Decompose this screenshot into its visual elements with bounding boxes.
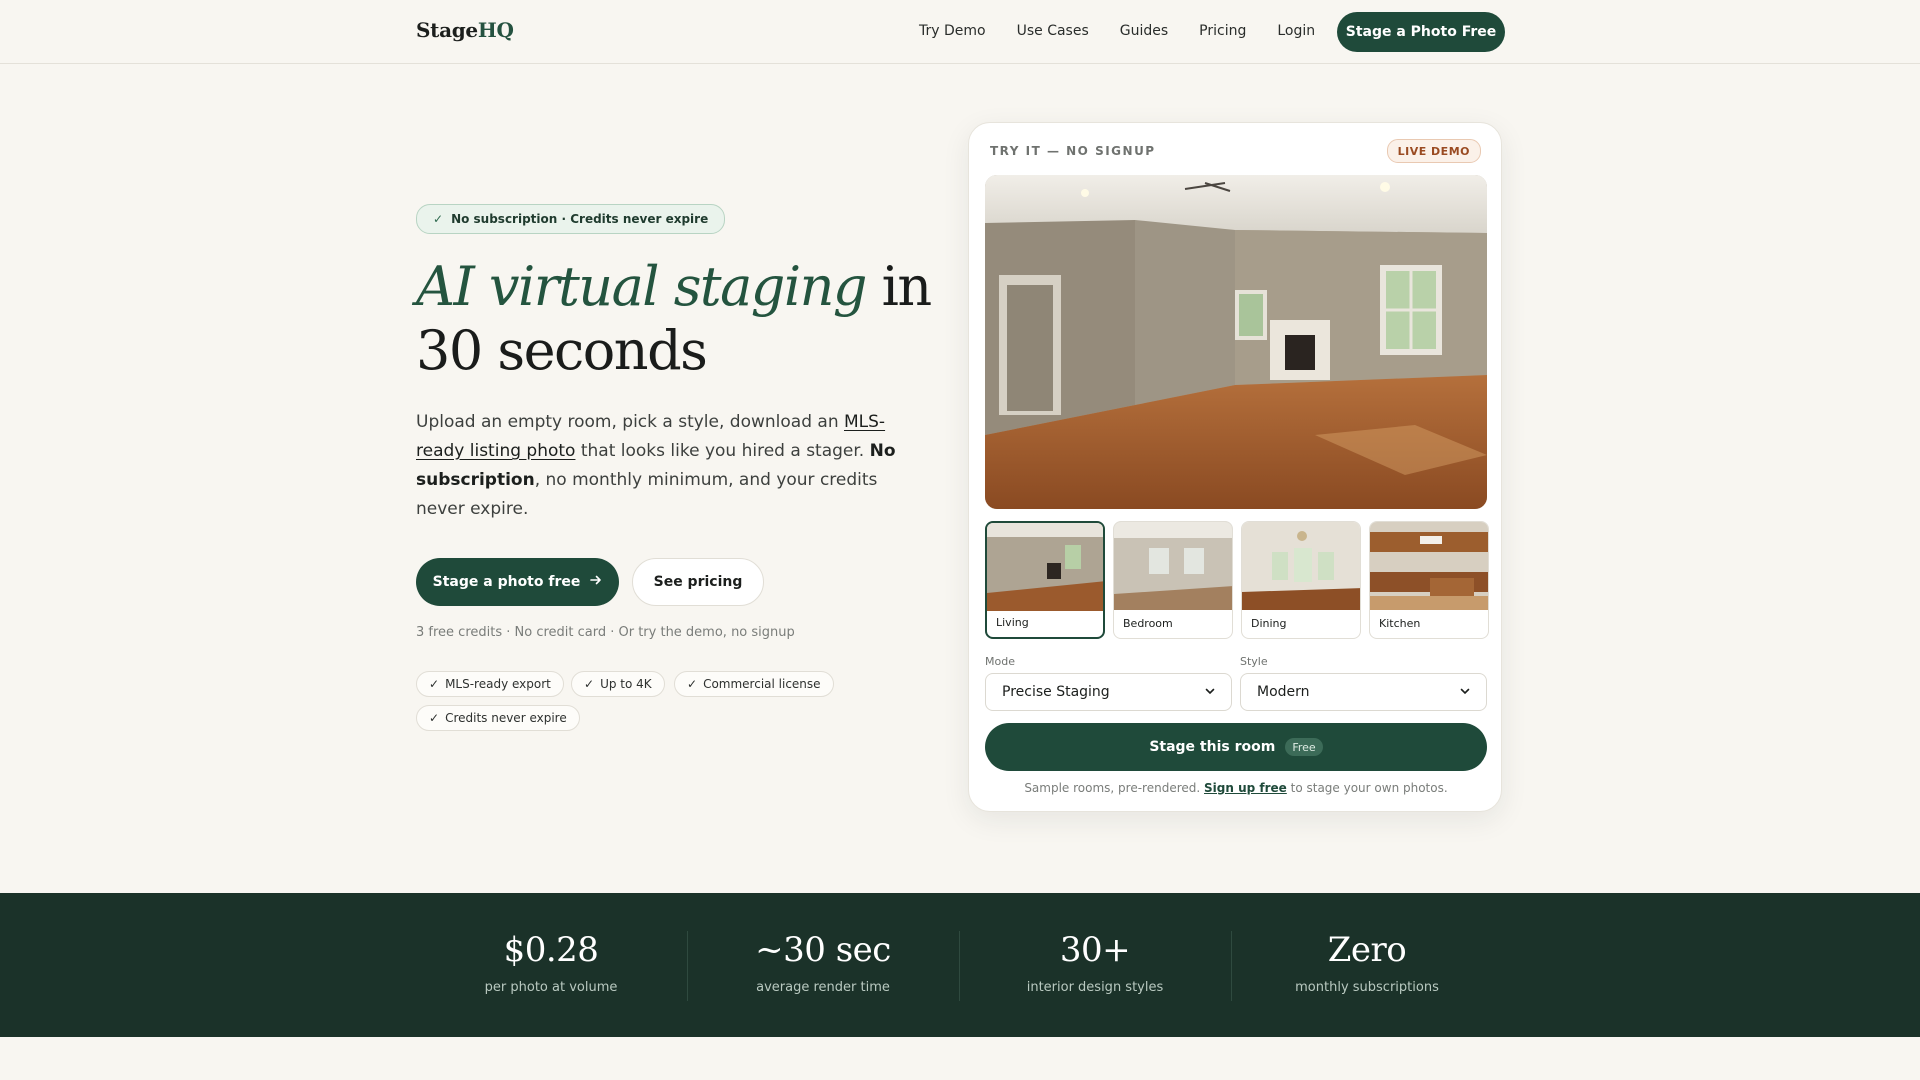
room-option-label: Dining — [1251, 617, 1287, 630]
hero-lead: Upload an empty room, pick a style, down… — [416, 408, 916, 524]
demo-card: TRY IT — NO SIGNUP LIVE DEMO Living Bedr… — [968, 122, 1502, 812]
stage-room-label: Stage this room — [1149, 739, 1276, 755]
feature-chip-label: Credits never expire — [445, 711, 567, 725]
hero-badge: ✓ No subscription · Credits never expire — [416, 204, 726, 234]
live-demo-badge: LIVE DEMO — [1386, 139, 1481, 163]
room-preview-image — [985, 175, 1487, 509]
stat-price: $0.28 per photo at volume — [415, 893, 687, 1037]
stat-subscriptions: Zero monthly subscriptions — [1231, 893, 1503, 1037]
stat-label: per photo at volume — [484, 980, 618, 995]
nav-link-pricing[interactable]: Pricing — [1199, 23, 1246, 39]
room-option-bedroom[interactable]: Bedroom — [1113, 521, 1233, 639]
stats-band: $0.28 per photo at volume ~30 sec averag… — [0, 893, 1920, 1037]
stage-room-button[interactable]: Stage this room Free — [985, 723, 1487, 771]
chevron-down-icon — [1460, 684, 1470, 700]
mode-label: Mode — [985, 655, 1015, 668]
nav-links: Try Demo Use Cases Guides Pricing Login — [919, 23, 1315, 39]
stage-photo-free-label: Stage a photo free — [432, 574, 581, 590]
style-select-value: Modern — [1257, 684, 1310, 700]
stat-label: interior design styles — [1026, 980, 1164, 995]
stat-value: Zero — [1327, 930, 1407, 970]
stat-value: $0.28 — [503, 930, 599, 970]
demo-note-text-2: to stage your own photos. — [1286, 781, 1448, 795]
style-select[interactable]: Modern — [1240, 673, 1487, 711]
stat-styles: 30+ interior design styles — [959, 893, 1231, 1037]
mode-select[interactable]: Precise Staging — [985, 673, 1232, 711]
feature-chip-label: Up to 4K — [600, 677, 652, 691]
hero-badge-text: No subscription · Credits never expire — [451, 212, 709, 226]
room-option-label: Living — [996, 616, 1029, 629]
feature-chip: ✓ Commercial license — [674, 671, 834, 697]
stat-label: average render time — [756, 980, 890, 995]
feature-chip-label: Commercial license — [703, 677, 821, 691]
room-option-label: Kitchen — [1379, 617, 1421, 630]
nav-cta-button[interactable]: Stage a Photo Free — [1337, 12, 1505, 52]
brand-logo[interactable]: StageHQ — [416, 18, 514, 42]
check-icon: ✓ — [584, 677, 595, 691]
sign-up-free-link[interactable]: Sign up free — [1204, 781, 1287, 795]
feature-chip: ✓ Up to 4K — [571, 671, 665, 697]
nav-link-guides[interactable]: Guides — [1120, 23, 1168, 39]
demo-note-text-1: Sample rooms, pre-rendered. — [1024, 781, 1205, 795]
mode-select-value: Precise Staging — [1002, 684, 1110, 700]
stage-photo-free-button[interactable]: Stage a photo free — [416, 558, 619, 606]
demo-eyebrow: TRY IT — NO SIGNUP — [990, 144, 1156, 158]
headline-accent: AI virtual staging — [416, 255, 867, 318]
lead-text-1: Upload an empty room, pick a style, down… — [416, 412, 844, 432]
hero-headline: AI virtual staging in 30 seconds — [416, 255, 936, 383]
check-icon: ✓ — [429, 677, 440, 691]
stat-render-time: ~30 sec average render time — [687, 893, 959, 1037]
top-nav: StageHQ Try Demo Use Cases Guides Pricin… — [0, 0, 1920, 64]
feature-chip: ✓ MLS-ready export — [416, 671, 564, 697]
room-option-dining[interactable]: Dining — [1241, 521, 1361, 639]
feature-chip: ✓ Credits never expire — [416, 705, 580, 731]
demo-note: Sample rooms, pre-rendered. Sign up free… — [969, 781, 1503, 795]
free-tag: Free — [1285, 738, 1323, 756]
nav-link-try-demo[interactable]: Try Demo — [919, 23, 986, 39]
headline-time: 30 seconds — [416, 319, 708, 382]
hero-fine-print: 3 free credits · No credit card · Or try… — [416, 625, 795, 640]
check-icon: ✓ — [433, 212, 444, 226]
arrow-right-icon — [590, 574, 602, 590]
style-label: Style — [1240, 655, 1268, 668]
room-option-kitchen[interactable]: Kitchen — [1369, 521, 1489, 639]
nav-link-use-cases[interactable]: Use Cases — [1017, 23, 1089, 39]
room-option-living[interactable]: Living — [985, 521, 1105, 639]
room-option-label: Bedroom — [1123, 617, 1173, 630]
headline-in: in — [881, 255, 933, 318]
chevron-down-icon — [1205, 684, 1215, 700]
nav-link-login[interactable]: Login — [1277, 23, 1315, 39]
check-icon: ✓ — [429, 711, 440, 725]
lead-text-2: that looks like you hired a stager. — [575, 441, 870, 461]
stat-label: monthly subscriptions — [1295, 980, 1439, 995]
stat-value: 30+ — [1059, 930, 1131, 970]
check-icon: ✓ — [687, 677, 698, 691]
see-pricing-button[interactable]: See pricing — [632, 558, 764, 606]
feature-chip-label: MLS-ready export — [445, 677, 551, 691]
stat-value: ~30 sec — [755, 930, 891, 970]
